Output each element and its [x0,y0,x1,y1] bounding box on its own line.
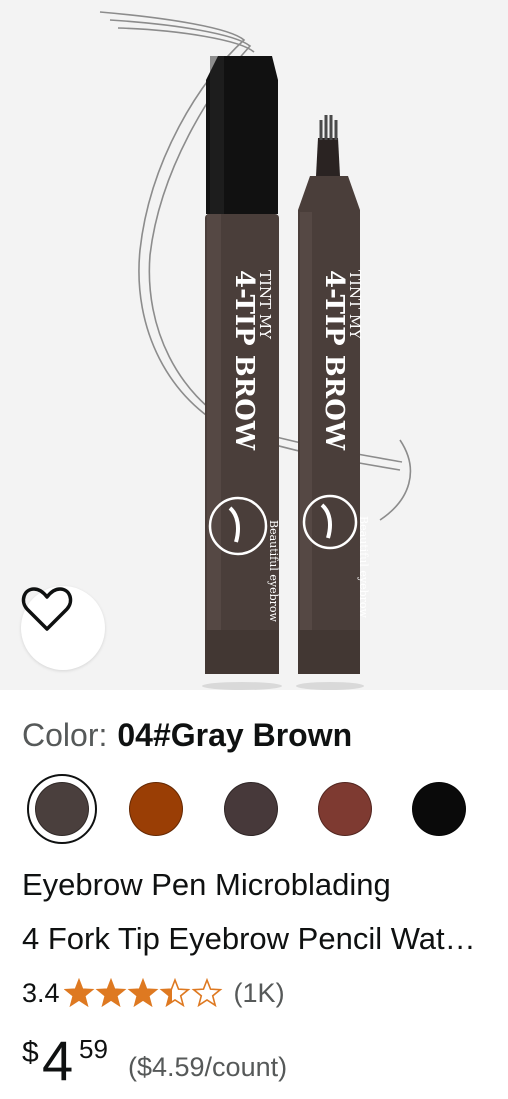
color-swatches [0,772,508,846]
product-title[interactable]: Eyebrow Pen Microblading 4 Fork Tip Eyeb… [22,858,488,966]
product-image[interactable]: TINT MY 4-TIP BROW TINT MY 4-TIP BROW Be… [0,0,508,690]
color-swatch-red-brown[interactable] [318,782,372,836]
color-swatch-gray-brown[interactable] [27,774,97,844]
color-selector-label: Color: 04#Gray Brown [22,714,352,756]
price-whole: 4 [42,1029,74,1092]
star-outline [191,978,222,1008]
rating-count: (1K) [233,977,285,1008]
rating-stars [63,978,222,1008]
color-selected-value: 04#Gray Brown [117,717,353,753]
product-title-line-1: Eyebrow Pen Microblading [22,867,391,902]
swatch-color-dot [35,782,89,836]
rating-row[interactable]: 3.4 (1K) [22,972,285,1014]
color-swatch-orange-brown[interactable] [129,782,183,836]
color-swatch-black[interactable] [412,782,466,836]
color-label: Color: [22,717,108,753]
pen-left-ring-text: Beautiful eyebrow [267,520,280,623]
star-fill [97,980,124,1006]
heart-icon [21,587,73,631]
product-title-line-2: 4 Fork Tip Eyebrow Pencil Waterproof [22,921,488,956]
price-fraction: 59 [79,1034,108,1064]
color-swatch-dark-brown[interactable] [224,782,278,836]
price-currency: $ [22,1036,39,1069]
rating-value: 3.4 [22,977,60,1008]
favorite-button[interactable] [21,586,105,670]
star-fill [65,980,92,1006]
product-photo: TINT MY 4-TIP BROW TINT MY 4-TIP BROW Be… [99,11,412,690]
star-fill [129,980,156,1006]
unit-price: ($4.59/count) [128,1052,288,1082]
pen-right-ring-text: Beautiful eyebrow [357,516,370,619]
pen-right-text-large: 4-TIP BROW [319,270,349,451]
pen-left-text-large: 4-TIP BROW [229,270,259,451]
